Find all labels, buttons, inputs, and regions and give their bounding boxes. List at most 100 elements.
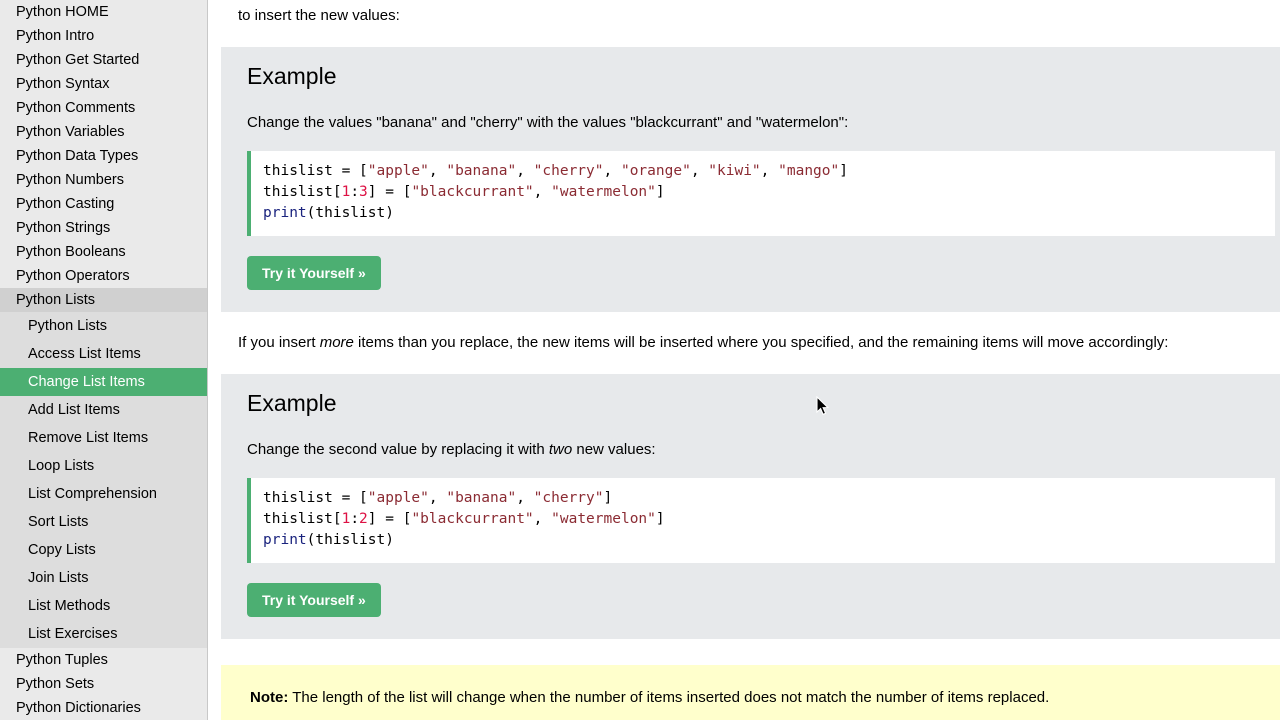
sidebar-item-label: Python Syntax	[16, 75, 110, 92]
code-string: "kiwi"	[708, 163, 761, 180]
code-token: (thislist)	[306, 532, 394, 549]
sidebar-item-copy-lists[interactable]: Copy Lists	[0, 536, 207, 564]
sidebar-sub-section-python-lists: Python Lists Access List Items Change List…	[0, 312, 207, 648]
code-token: ,	[533, 511, 552, 528]
code-token: ,	[760, 163, 779, 180]
code-string: "watermelon"	[551, 511, 656, 528]
code-token: ,	[516, 163, 534, 180]
code-token: thislist[	[263, 511, 342, 528]
sidebar-top-section: Python HOME Python Intro Python Get Starte…	[0, 0, 207, 288]
between-text-part1: If you insert	[238, 334, 320, 352]
sidebar-item-python-dictionaries[interactable]: Python Dictionaries	[0, 696, 207, 720]
code-token: ,	[516, 490, 534, 507]
sidebar-item-join-lists[interactable]: Join Lists	[0, 564, 207, 592]
sidebar-item-sort-lists[interactable]: Sort Lists	[0, 508, 207, 536]
note-label: Note:	[250, 689, 289, 707]
code-string: "blackcurrant"	[411, 511, 534, 528]
sidebar-item-label: List Comprehension	[28, 485, 157, 502]
sidebar-item-label: Loop Lists	[28, 457, 95, 474]
code-string: "watermelon"	[551, 184, 656, 201]
code-number: 3	[359, 184, 368, 201]
code-token: ,	[690, 163, 709, 180]
sidebar-item-label: Python Data Types	[16, 147, 139, 164]
code-token: thislist = [	[263, 163, 368, 180]
code-token: thislist[	[263, 184, 342, 201]
code-string: "cherry"	[533, 490, 604, 507]
code-block-2[interactable]: thislist = ["apple", "banana", "cherry"]…	[247, 478, 1275, 564]
sidebar-item-python-booleans[interactable]: Python Booleans	[0, 240, 207, 264]
main-content: to insert the new values: Example Change…	[209, 0, 1280, 720]
sidebar-item-label: Python Numbers	[16, 171, 124, 188]
sidebar-item-remove-list-items[interactable]: Remove List Items	[0, 424, 207, 452]
code-token: thislist = [	[263, 490, 368, 507]
sidebar-item-label: Python Operators	[16, 267, 130, 284]
sidebar-item-python-numbers[interactable]: Python Numbers	[0, 168, 207, 192]
code-token: :	[350, 184, 360, 201]
sidebar-item-add-list-items[interactable]: Add List Items	[0, 396, 207, 424]
sidebar-item-label: Add List Items	[28, 401, 120, 418]
code-token: ,	[428, 490, 447, 507]
sidebar-item-label: Change List Items	[28, 373, 145, 390]
page-root: Python HOME Python Intro Python Get Starte…	[0, 0, 1280, 720]
try-it-yourself-button-2[interactable]: Try it Yourself »	[247, 583, 381, 618]
code-string: "apple"	[367, 163, 429, 180]
sidebar-item-python-strings[interactable]: Python Strings	[0, 216, 207, 240]
sidebar-item-python-intro[interactable]: Python Intro	[0, 24, 207, 48]
sidebar-item-access-list-items[interactable]: Access List Items	[0, 340, 207, 368]
note-text: The length of the list will change when …	[288, 689, 1050, 707]
code-token: :	[350, 511, 360, 528]
sidebar-bottom-section: Python Tuples Python Sets Python Dictionar…	[0, 648, 207, 720]
between-text-emphasis: more	[319, 334, 354, 352]
code-number: 1	[341, 511, 351, 528]
between-examples-text: If you insert more items than you replac…	[209, 312, 1280, 374]
sidebar-item-label: Python Casting	[16, 195, 115, 212]
sidebar-item-list-comprehension[interactable]: List Comprehension	[0, 480, 207, 508]
sidebar-item-python-data-types[interactable]: Python Data Types	[0, 144, 207, 168]
note-box: Note: The length of the list will change…	[221, 665, 1280, 720]
code-keyword: print	[263, 532, 307, 549]
sidebar-item-python-comments[interactable]: Python Comments	[0, 96, 207, 120]
code-string: "orange"	[620, 163, 691, 180]
code-keyword: print	[263, 205, 307, 222]
code-block-1[interactable]: thislist = ["apple", "banana", "cherry",…	[247, 151, 1275, 237]
sidebar-item-python-sets[interactable]: Python Sets	[0, 672, 207, 696]
sidebar-item-label: Python Get Started	[16, 51, 140, 68]
code-token: ]	[655, 184, 665, 201]
sidebar-item-list-exercises[interactable]: List Exercises	[0, 620, 207, 648]
sidebar-item-python-variables[interactable]: Python Variables	[0, 120, 207, 144]
sidebar-item-loop-lists[interactable]: Loop Lists	[0, 452, 207, 480]
sidebar-item-python-casting[interactable]: Python Casting	[0, 192, 207, 216]
sidebar-item-label: Join Lists	[28, 569, 89, 586]
sidebar-item-python-get-started[interactable]: Python Get Started	[0, 48, 207, 72]
sidebar-item-label: Python Tuples	[16, 651, 108, 668]
example-2-title: Example	[247, 390, 337, 417]
example-2-desc-part2: new values:	[572, 441, 656, 459]
sidebar-item-label: List Methods	[28, 597, 111, 614]
sidebar-item-python-tuples[interactable]: Python Tuples	[0, 648, 207, 672]
sidebar-item-change-list-items[interactable]: Change List Items	[0, 368, 207, 396]
example-2-description: Change the second value by replacing it …	[247, 439, 1280, 460]
example-box-1: Example Change the values "banana" and "…	[221, 47, 1280, 313]
example-2-desc-emphasis: two	[548, 441, 573, 459]
code-string: "banana"	[446, 163, 517, 180]
sidebar-item-list-methods[interactable]: List Methods	[0, 592, 207, 620]
sidebar-item-python-lists[interactable]: Python Lists	[0, 312, 207, 340]
sidebar-item-label: Python Lists	[28, 317, 107, 334]
code-token: ]	[603, 490, 613, 507]
sidebar-item-python-lists-section[interactable]: Python Lists	[0, 288, 207, 312]
code-string: "apple"	[367, 490, 429, 507]
try-it-yourself-button-1[interactable]: Try it Yourself »	[247, 256, 381, 291]
example-box-2: Example Change the second value by repla…	[221, 374, 1280, 640]
code-token: (thislist)	[306, 205, 394, 222]
example-2-desc-part1: Change the second value by replacing it …	[247, 441, 549, 459]
sidebar-item-label: Python Lists	[16, 291, 95, 308]
sidebar-item-python-home[interactable]: Python HOME	[0, 0, 207, 24]
sidebar-item-label: Sort Lists	[28, 513, 89, 530]
example-1-description: Change the values "banana" and "cherry" …	[247, 114, 849, 132]
code-token: ]	[839, 163, 848, 180]
sidebar-item-label: Python HOME	[16, 3, 109, 20]
code-number: 2	[359, 511, 368, 528]
sidebar-item-python-operators[interactable]: Python Operators	[0, 264, 207, 288]
intro-tail-text: to insert the new values:	[238, 7, 400, 24]
sidebar-item-python-syntax[interactable]: Python Syntax	[0, 72, 207, 96]
